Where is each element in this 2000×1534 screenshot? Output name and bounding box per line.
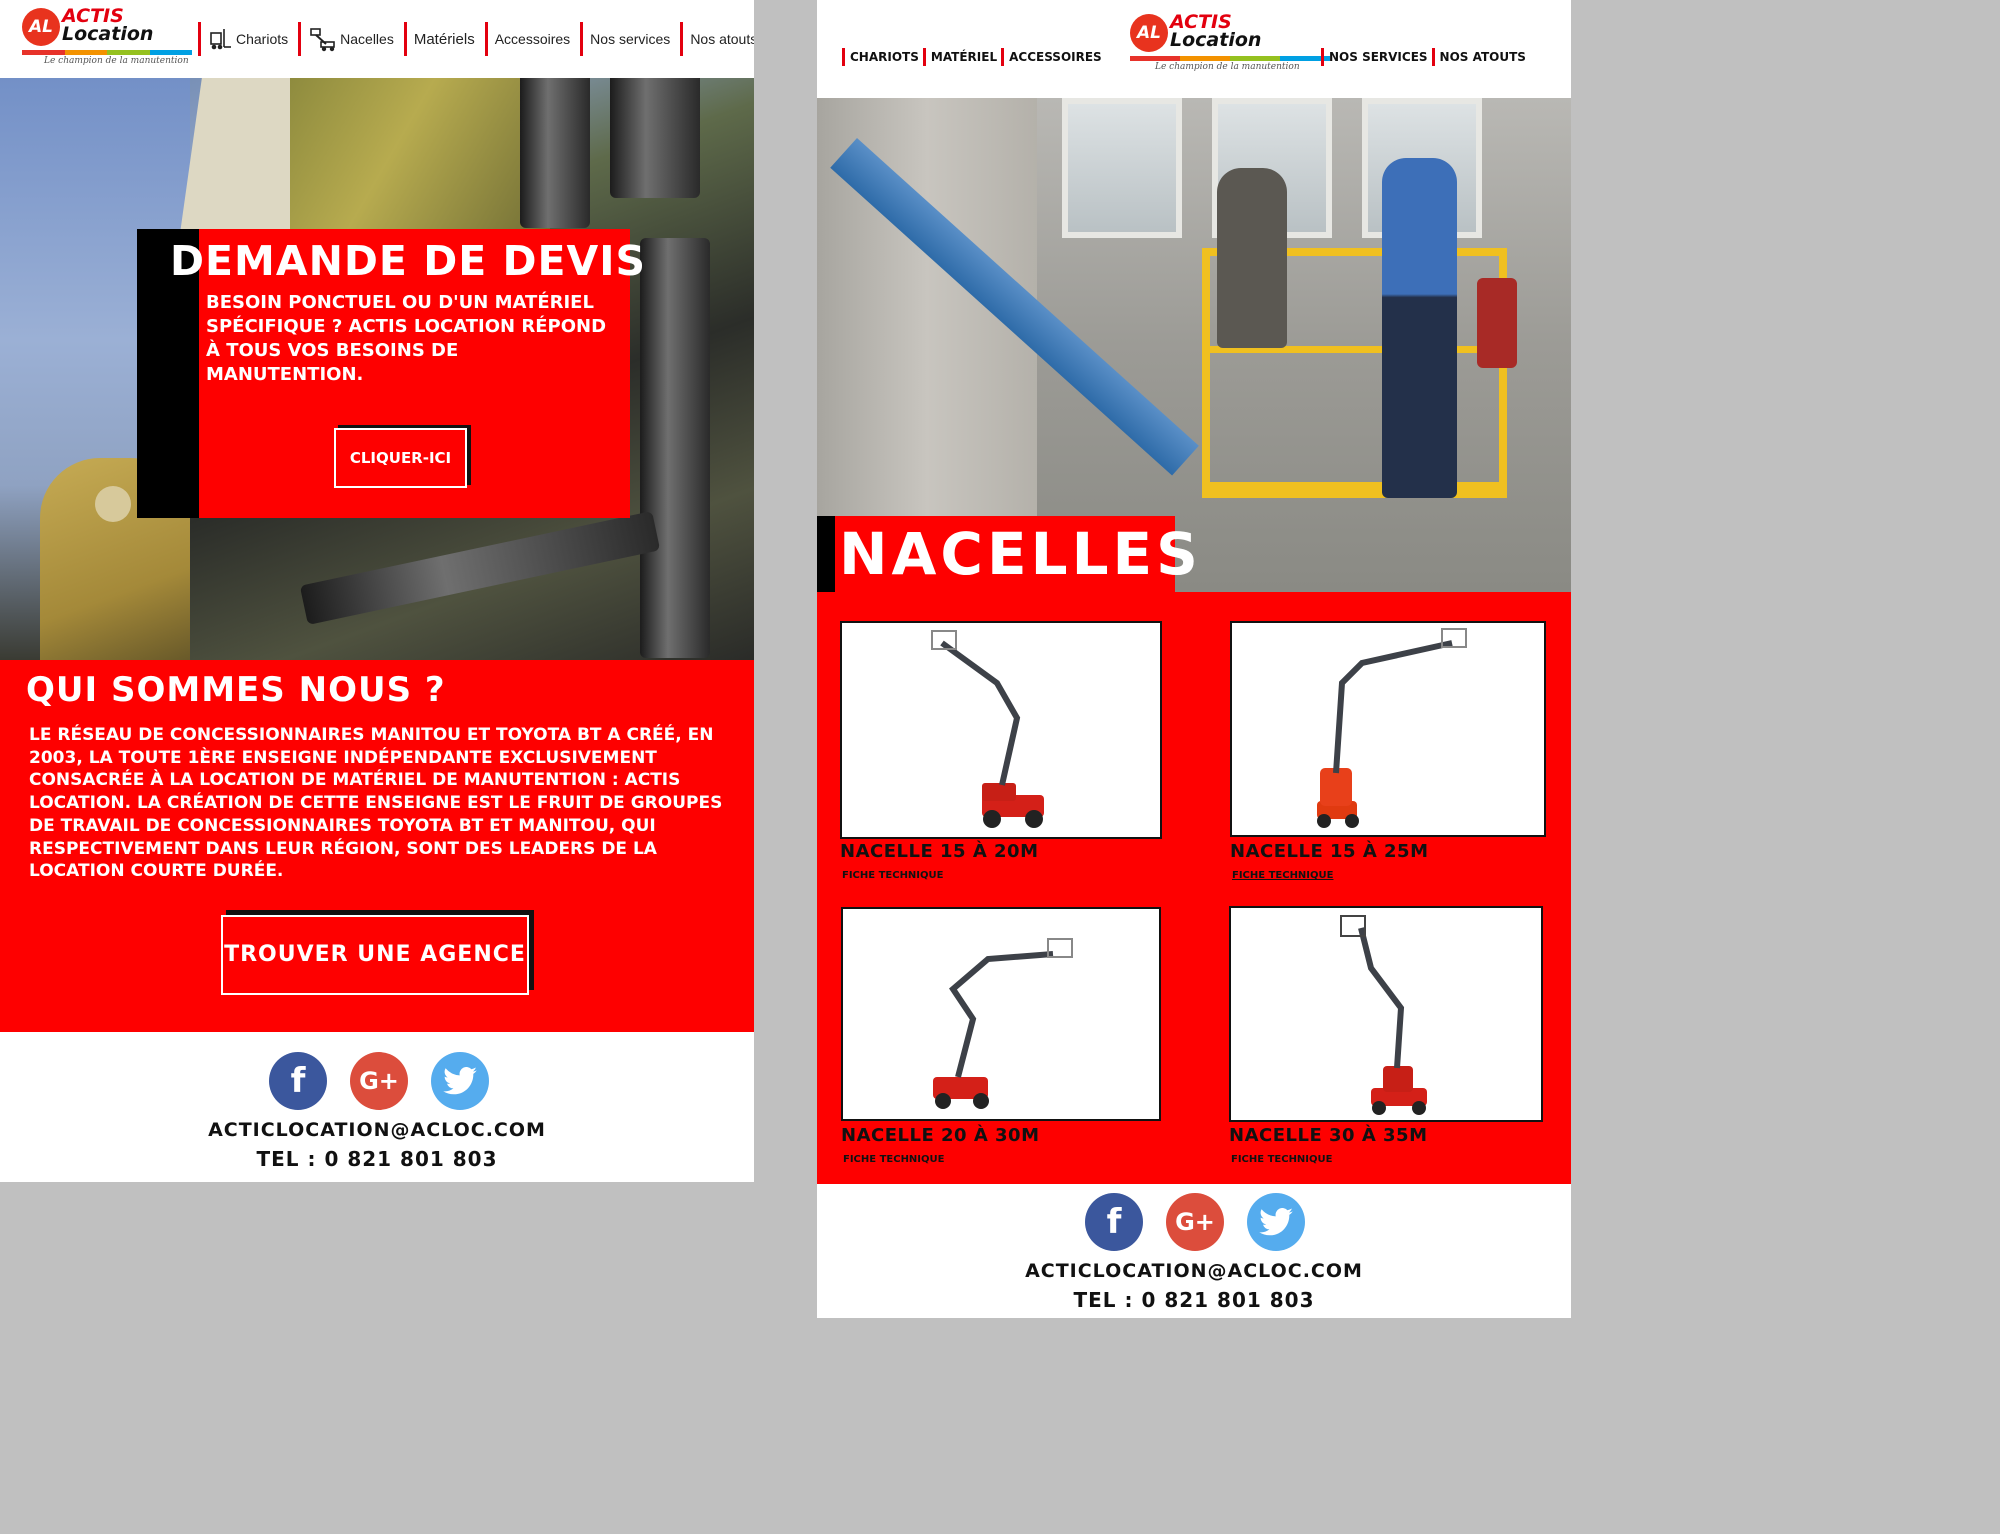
aerial-lift-image: [1317, 628, 1467, 828]
contact-block: ACTICLOCATION@ACLOC.COM TEL : 0 821 801 …: [177, 1116, 577, 1174]
aerial-lift-image: [1340, 915, 1427, 1115]
newsletter-left: AL ACTIS Location Le champion de la manu…: [0, 0, 754, 1182]
twitter-bird-icon: [443, 1067, 477, 1095]
forklift-icon: [210, 29, 231, 50]
nav-nos-atouts[interactable]: NOS ATOUTS: [1431, 48, 1530, 66]
qui-text: Le réseau de concessionnaires Manitou et…: [29, 725, 723, 882]
product-name: NACELLE 20 À 30M: [841, 1125, 1040, 1146]
nav-chariots[interactable]: CHARIOTS: [842, 48, 923, 66]
logo-tagline: Le champion de la manutention: [44, 56, 189, 66]
twitter-icon[interactable]: [431, 1052, 489, 1110]
fiche-technique-link[interactable]: FICHE TECHNIQUE: [843, 1154, 944, 1165]
qui-title: QUI SOMMES NOUS ?: [26, 670, 446, 710]
nav-materiel[interactable]: MATÉRIEL: [922, 48, 1001, 66]
nav-chariots[interactable]: Chariots: [198, 22, 298, 56]
qui-sommes-nous-section: QUI SOMMES NOUS ? Le réseau de concessio…: [0, 660, 754, 1032]
nav-label: Nos atouts: [690, 31, 754, 47]
product-image[interactable]: [1229, 906, 1543, 1122]
newsletter-right: CHARIOTS MATÉRIEL ACCESSOIRES AL ACTIS L…: [817, 0, 1571, 1318]
top-nav-left: CHARIOTS MATÉRIEL ACCESSOIRES: [842, 48, 1106, 66]
nav-label: Nos services: [590, 31, 671, 47]
logo-color-bar: [1130, 56, 1330, 61]
google-plus-icon[interactable]: G+: [1166, 1193, 1224, 1251]
page-title: NACELLES: [839, 520, 1202, 588]
aerial-lift-icon: [310, 28, 335, 52]
devis-text: Besoin ponctuel ou d'un matériel spécifi…: [206, 292, 607, 385]
logo-tagline: Le champion de la manutention: [1155, 62, 1300, 72]
logo-location: Location: [62, 23, 154, 45]
cliquer-ici-button[interactable]: CLIQUER-ICI: [334, 428, 467, 488]
nav-label: Accessoires: [494, 31, 571, 47]
logo-color-bar: [22, 50, 192, 55]
top-nav: Chariots Nacelles Matériels Accessoires …: [198, 22, 754, 56]
logo-location: Location: [1170, 29, 1262, 51]
nav-nacelles[interactable]: Nacelles: [298, 22, 404, 56]
nav-accessoires[interactable]: Accessoires: [484, 22, 580, 56]
nacelles-title-box: NACELLES: [817, 516, 1198, 592]
facebook-icon[interactable]: f: [1085, 1193, 1143, 1251]
fiche-technique-link[interactable]: FICHE TECHNIQUE: [842, 870, 943, 881]
nav-materiels[interactable]: Matériels: [403, 22, 485, 56]
nav-label: Chariots: [236, 31, 289, 47]
devis-title: DEMANDE DE DEVIS: [170, 237, 647, 285]
product-name: NACELLE 15 À 25M: [1230, 841, 1429, 862]
contact-email[interactable]: ACTICLOCATION@ACLOC.COM: [177, 1116, 577, 1144]
product-name: NACELLE 30 À 35M: [1229, 1125, 1428, 1146]
facebook-icon[interactable]: f: [269, 1052, 327, 1110]
devis-box: DEMANDE DE DEVIS Besoin ponctuel ou d'un…: [137, 229, 645, 518]
contact-tel[interactable]: TEL : 0 821 801 803: [177, 1144, 577, 1174]
nav-nos-services[interactable]: NOS SERVICES: [1321, 48, 1432, 66]
product-image[interactable]: [840, 621, 1162, 839]
logo-badge: AL: [1130, 14, 1168, 52]
contact-email[interactable]: ACTICLOCATION@ACLOC.COM: [994, 1257, 1394, 1285]
trouver-agence-button[interactable]: TROUVER UNE AGENCE: [221, 915, 529, 995]
product-grid: NACELLE 15 À 20M FICHE TECHNIQUE NACELLE…: [817, 592, 1571, 1184]
fiche-technique-link[interactable]: FICHE TECHNIQUE: [1232, 870, 1333, 881]
product-image[interactable]: [1230, 621, 1546, 837]
product-image[interactable]: [841, 907, 1161, 1121]
contact-tel[interactable]: TEL : 0 821 801 803: [994, 1285, 1394, 1315]
social-links: f G+: [1085, 1193, 1305, 1251]
nav-nos-atouts[interactable]: Nos atouts: [680, 22, 754, 56]
hero-image-machinery: DEMANDE DE DEVIS Besoin ponctuel ou d'un…: [0, 78, 754, 660]
logo-badge: AL: [22, 8, 60, 46]
twitter-icon[interactable]: [1247, 1193, 1305, 1251]
nav-nos-services[interactable]: Nos services: [580, 22, 680, 56]
aerial-lift-image: [933, 938, 1073, 1109]
product-name: NACELLE 15 À 20M: [840, 841, 1039, 862]
nav-label: Matériels: [413, 30, 475, 48]
social-links: f G+: [269, 1052, 489, 1110]
aerial-lift-image: [931, 630, 1044, 828]
google-plus-icon[interactable]: G+: [350, 1052, 408, 1110]
nav-label: Nacelles: [340, 31, 394, 47]
twitter-bird-icon: [1259, 1208, 1293, 1236]
contact-block: ACTICLOCATION@ACLOC.COM TEL : 0 821 801 …: [994, 1257, 1394, 1315]
nav-accessoires[interactable]: ACCESSOIRES: [1001, 48, 1106, 66]
top-nav-right: NOS SERVICES NOS ATOUTS: [1321, 48, 1530, 66]
fiche-technique-link[interactable]: FICHE TECHNIQUE: [1231, 1154, 1332, 1165]
